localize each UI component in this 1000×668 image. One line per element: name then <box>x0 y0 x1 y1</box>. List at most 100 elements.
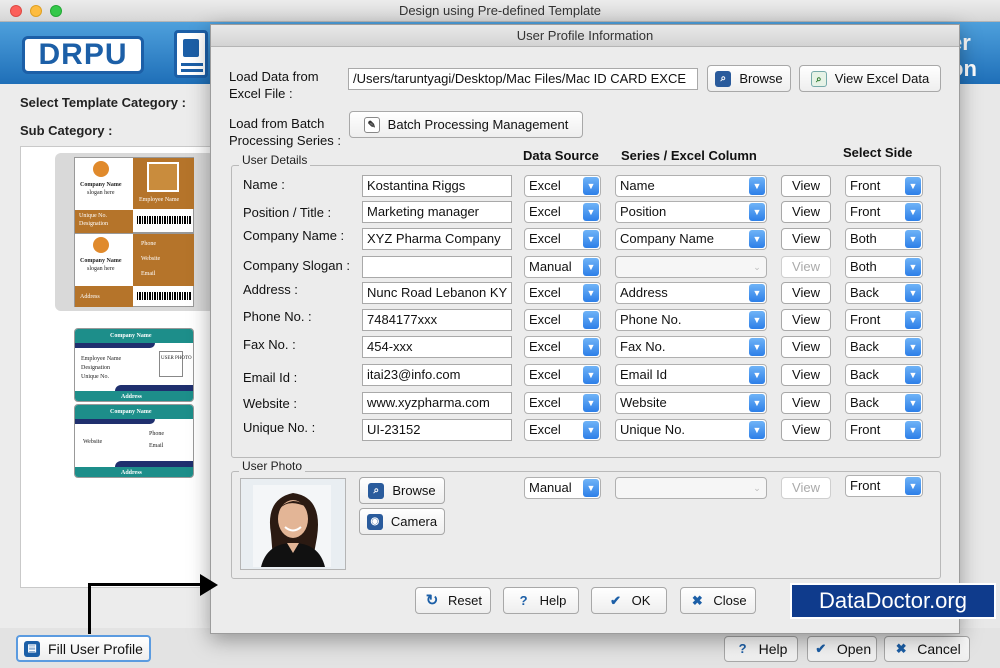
user-photo-image <box>241 479 345 569</box>
chevron-down-icon: ▼ <box>583 394 599 412</box>
row-column-select[interactable]: Email Id ▼ <box>615 364 767 386</box>
row-view-button[interactable]: View <box>781 256 831 278</box>
row-value-field[interactable]: www.xyzpharma.com <box>362 392 512 414</box>
template-2-front[interactable]: Company Name Employee Name Designation U… <box>74 328 194 402</box>
row-value-field[interactable]: Kostantina Riggs <box>362 175 512 197</box>
row-value-field[interactable]: 454-xxx <box>362 336 512 358</box>
row-view-button[interactable]: View <box>781 392 831 414</box>
row-view-button[interactable]: View <box>781 228 831 250</box>
row-side-select[interactable]: Front ▼ <box>845 175 923 197</box>
close-icon: ✖ <box>691 592 703 608</box>
row-column-select[interactable]: Phone No. ▼ <box>615 309 767 331</box>
row-source-select[interactable]: Excel ▼ <box>524 309 601 331</box>
close-window-icon[interactable] <box>10 5 22 17</box>
row-source-select[interactable]: Excel ▼ <box>524 336 601 358</box>
row-source-select[interactable]: Excel ▼ <box>524 201 601 223</box>
row-column-select[interactable]: Company Name ▼ <box>615 228 767 250</box>
chevron-down-icon: ▼ <box>583 311 599 329</box>
photo-browse-button[interactable]: ⌕ Browse <box>359 477 445 504</box>
row-side-select[interactable]: Front ▼ <box>845 419 923 441</box>
photo-side-select[interactable]: Front ▼ <box>845 475 923 497</box>
row-column-select[interactable]: Fax No. ▼ <box>615 336 767 358</box>
zoom-window-icon[interactable] <box>50 5 62 17</box>
template-2-back[interactable]: Company Name Website Phone Email Address <box>74 404 194 478</box>
row-source-select[interactable]: Excel ▼ <box>524 364 601 386</box>
chevron-down-icon: ▼ <box>749 177 765 195</box>
photo-view-button[interactable]: View <box>781 477 831 499</box>
chevron-down-icon: ▼ <box>749 203 765 221</box>
row-label: Company Name : <box>243 228 345 243</box>
row-value-field[interactable]: Marketing manager <box>362 201 512 223</box>
fill-user-profile-button[interactable]: ▤ Fill User Profile <box>16 635 151 662</box>
dialog-title: User Profile Information <box>211 25 959 47</box>
row-side-select[interactable]: Both ▼ <box>845 256 923 278</box>
row-column-select[interactable]: Unique No. ▼ <box>615 419 767 441</box>
camera-icon: ◉ <box>366 513 383 530</box>
row-label: Fax No. : <box>243 337 296 352</box>
row-view-button[interactable]: View <box>781 309 831 331</box>
view-excel-data-button[interactable]: ⌕ View Excel Data <box>799 65 941 92</box>
help-main-button[interactable]: ? Help <box>724 636 798 662</box>
help-icon: ? <box>519 592 528 608</box>
row-side-select[interactable]: Back ▼ <box>845 282 923 304</box>
chevron-down-icon: ▼ <box>749 311 765 329</box>
row-value-field[interactable] <box>362 256 512 278</box>
row-source-select[interactable]: Excel ▼ <box>524 392 601 414</box>
row-label: Website : <box>243 396 297 411</box>
row-source-select[interactable]: Excel ▼ <box>524 282 601 304</box>
help-button[interactable]: ? Help <box>503 587 579 614</box>
photo-camera-button[interactable]: ◉ Camera <box>359 508 445 535</box>
chevron-down-icon: ▼ <box>905 311 921 329</box>
row-side-select[interactable]: Back ▼ <box>845 392 923 414</box>
chevron-down-icon: ▼ <box>905 338 921 356</box>
chevron-down-icon: ▼ <box>583 338 599 356</box>
row-view-button[interactable]: View <box>781 201 831 223</box>
row-view-button[interactable]: View <box>781 175 831 197</box>
row-column-select[interactable]: Address ▼ <box>615 282 767 304</box>
row-column-select[interactable]: Website ▼ <box>615 392 767 414</box>
row-view-button[interactable]: View <box>781 336 831 358</box>
user-photo-title: User Photo <box>239 459 306 473</box>
row-side-select[interactable]: Both ▼ <box>845 228 923 250</box>
close-button[interactable]: ✖ Close <box>680 587 756 614</box>
row-side-select[interactable]: Front ▼ <box>845 201 923 223</box>
reset-button[interactable]: ↻ Reset <box>415 587 491 614</box>
cancel-main-button[interactable]: ✖ Cancel <box>884 636 970 662</box>
excel-path-field[interactable]: /Users/taruntyagi/Desktop/Mac Files/Mac … <box>348 68 698 90</box>
photo-source-select[interactable]: Manual ▼ <box>524 477 601 499</box>
data-source-header: Data Source <box>523 148 599 163</box>
row-side-select[interactable]: Front ▼ <box>845 309 923 331</box>
minimize-window-icon[interactable] <box>30 5 42 17</box>
row-view-button[interactable]: View <box>781 364 831 386</box>
excel-view-icon: ⌕ <box>810 70 827 87</box>
annotation-arrow-line <box>88 584 91 634</box>
row-source-select[interactable]: Manual ▼ <box>524 256 601 278</box>
row-source-select[interactable]: Excel ▼ <box>524 228 601 250</box>
row-label: Email Id : <box>243 370 298 385</box>
row-source-select[interactable]: Excel ▼ <box>524 419 601 441</box>
row-value-field[interactable]: XYZ Pharma Company <box>362 228 512 250</box>
row-column-select[interactable]: Name ▼ <box>615 175 767 197</box>
row-column-select[interactable]: Position ▼ <box>615 201 767 223</box>
row-label: Company Slogan : <box>243 258 350 273</box>
row-value-field[interactable]: itai23@info.com <box>362 364 512 386</box>
batch-processing-button[interactable]: ✎ Batch Processing Management <box>349 111 583 138</box>
row-value-field[interactable]: Nunc Road Lebanon KY 6 <box>362 282 512 304</box>
row-view-button[interactable]: View <box>781 419 831 441</box>
row-value-field[interactable]: 7484177xxx <box>362 309 512 331</box>
id-card-logo-icon <box>174 30 208 78</box>
open-button[interactable]: ✔ Open <box>807 636 877 662</box>
chevron-down-icon: ▼ <box>583 479 599 497</box>
annotation-arrow-head <box>200 574 218 596</box>
excel-browse-button[interactable]: ⌕ Browse <box>707 65 791 92</box>
row-value-field[interactable]: UI-23152 <box>362 419 512 441</box>
load-excel-label-line2: Excel File : <box>229 86 293 101</box>
photo-column-select[interactable]: ⌄ <box>615 477 767 499</box>
row-side-select[interactable]: Back ▼ <box>845 364 923 386</box>
row-source-select[interactable]: Excel ▼ <box>524 175 601 197</box>
row-side-select[interactable]: Back ▼ <box>845 336 923 358</box>
row-column-select[interactable]: ⌄ <box>615 256 767 278</box>
ok-button[interactable]: ✔ OK <box>591 587 667 614</box>
row-view-button[interactable]: View <box>781 282 831 304</box>
load-batch-label-line2: Processing Series : <box>229 133 341 148</box>
